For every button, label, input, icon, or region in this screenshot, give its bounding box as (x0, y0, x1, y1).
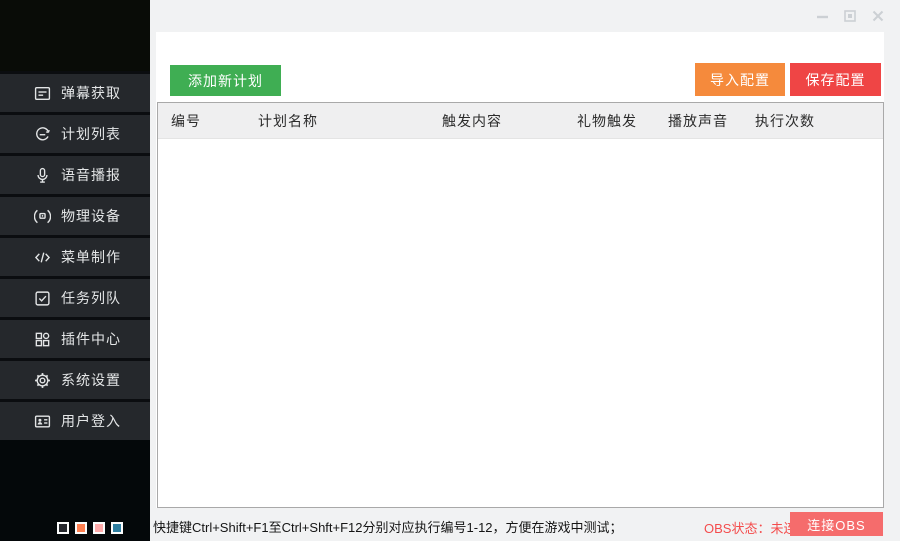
content-panel: 添加新计划 导入配置 保存配置 编号 计划名称 触发内容 礼物触发 播放声音 执… (156, 32, 884, 508)
sidebar-item-settings[interactable]: 系统设置 (0, 358, 150, 399)
theme-swatch-dark[interactable] (57, 522, 69, 534)
plugin-grid-icon (33, 331, 52, 348)
column-header-trigger: 触发内容 (429, 111, 564, 131)
theme-swatch-pink[interactable] (93, 522, 105, 534)
column-header-gift: 礼物触发 (564, 111, 655, 131)
user-card-icon (33, 413, 52, 430)
physical-device-icon (33, 208, 52, 225)
titlebar (150, 0, 900, 32)
plan-table: 编号 计划名称 触发内容 礼物触发 播放声音 执行次数 (157, 102, 884, 508)
main-area: 添加新计划 导入配置 保存配置 编号 计划名称 触发内容 礼物触发 播放声音 执… (150, 0, 900, 541)
sidebar-item-login[interactable]: 用户登入 (0, 399, 150, 440)
sidebar-item-label: 菜单制作 (61, 247, 121, 267)
code-icon (33, 249, 52, 266)
close-button[interactable] (864, 0, 892, 32)
sidebar-item-menu-maker[interactable]: 菜单制作 (0, 235, 150, 276)
sidebar-item-label: 用户登入 (61, 411, 121, 431)
plan-list-icon (33, 126, 52, 143)
status-bar: 快捷键Ctrl+Shift+F1至Ctrl+Shft+F12分别对应执行编号1-… (150, 508, 900, 541)
sidebar-item-label: 语音播报 (61, 165, 121, 185)
app-window: 弹幕获取 计划列表 (0, 0, 900, 541)
sidebar-item-label: 系统设置 (61, 370, 121, 390)
sidebar-item-label: 任务列队 (61, 288, 121, 308)
sidebar-item-task-queue[interactable]: 任务列队 (0, 276, 150, 317)
danmu-screen-icon (33, 85, 52, 102)
maximize-button[interactable] (836, 0, 864, 32)
column-header-sound: 播放声音 (655, 111, 742, 131)
minimize-button[interactable] (808, 0, 836, 32)
add-plan-button[interactable]: 添加新计划 (170, 65, 281, 96)
column-header-run-count: 执行次数 (742, 111, 883, 131)
sidebar-item-danmu[interactable]: 弹幕获取 (0, 71, 150, 112)
plan-table-header: 编号 计划名称 触发内容 礼物触发 播放声音 执行次数 (158, 103, 883, 139)
microphone-icon (33, 167, 52, 184)
obs-status-label: OBS状态： (704, 521, 770, 536)
sidebar-item-voice[interactable]: 语音播报 (0, 153, 150, 194)
column-header-id: 编号 (158, 111, 245, 131)
sidebar-item-label: 物理设备 (61, 206, 121, 226)
gear-icon (33, 372, 52, 389)
plan-table-body (158, 139, 883, 507)
column-header-name: 计划名称 (245, 111, 429, 131)
task-checkbox-icon (33, 290, 52, 307)
sidebar-item-plan-list[interactable]: 计划列表 (0, 112, 150, 153)
window-controls (808, 0, 892, 32)
logo-area (0, 0, 150, 71)
sidebar-item-plugins[interactable]: 插件中心 (0, 317, 150, 358)
connect-obs-button[interactable]: 连接OBS (790, 512, 883, 536)
sidebar-item-label: 插件中心 (61, 329, 121, 349)
hotkey-hint: 快捷键Ctrl+Shift+F1至Ctrl+Shft+F12分别对应执行编号1-… (153, 517, 623, 536)
theme-swatch-orange[interactable] (75, 522, 87, 534)
sidebar-menu: 弹幕获取 计划列表 (0, 71, 150, 440)
sidebar-item-label: 弹幕获取 (61, 83, 121, 103)
save-config-button[interactable]: 保存配置 (790, 63, 881, 96)
sidebar: 弹幕获取 计划列表 (0, 0, 150, 541)
sidebar-item-label: 计划列表 (61, 124, 121, 144)
sidebar-item-device[interactable]: 物理设备 (0, 194, 150, 235)
theme-swatches (57, 522, 123, 534)
import-config-button[interactable]: 导入配置 (695, 63, 785, 96)
theme-swatch-blue[interactable] (111, 522, 123, 534)
